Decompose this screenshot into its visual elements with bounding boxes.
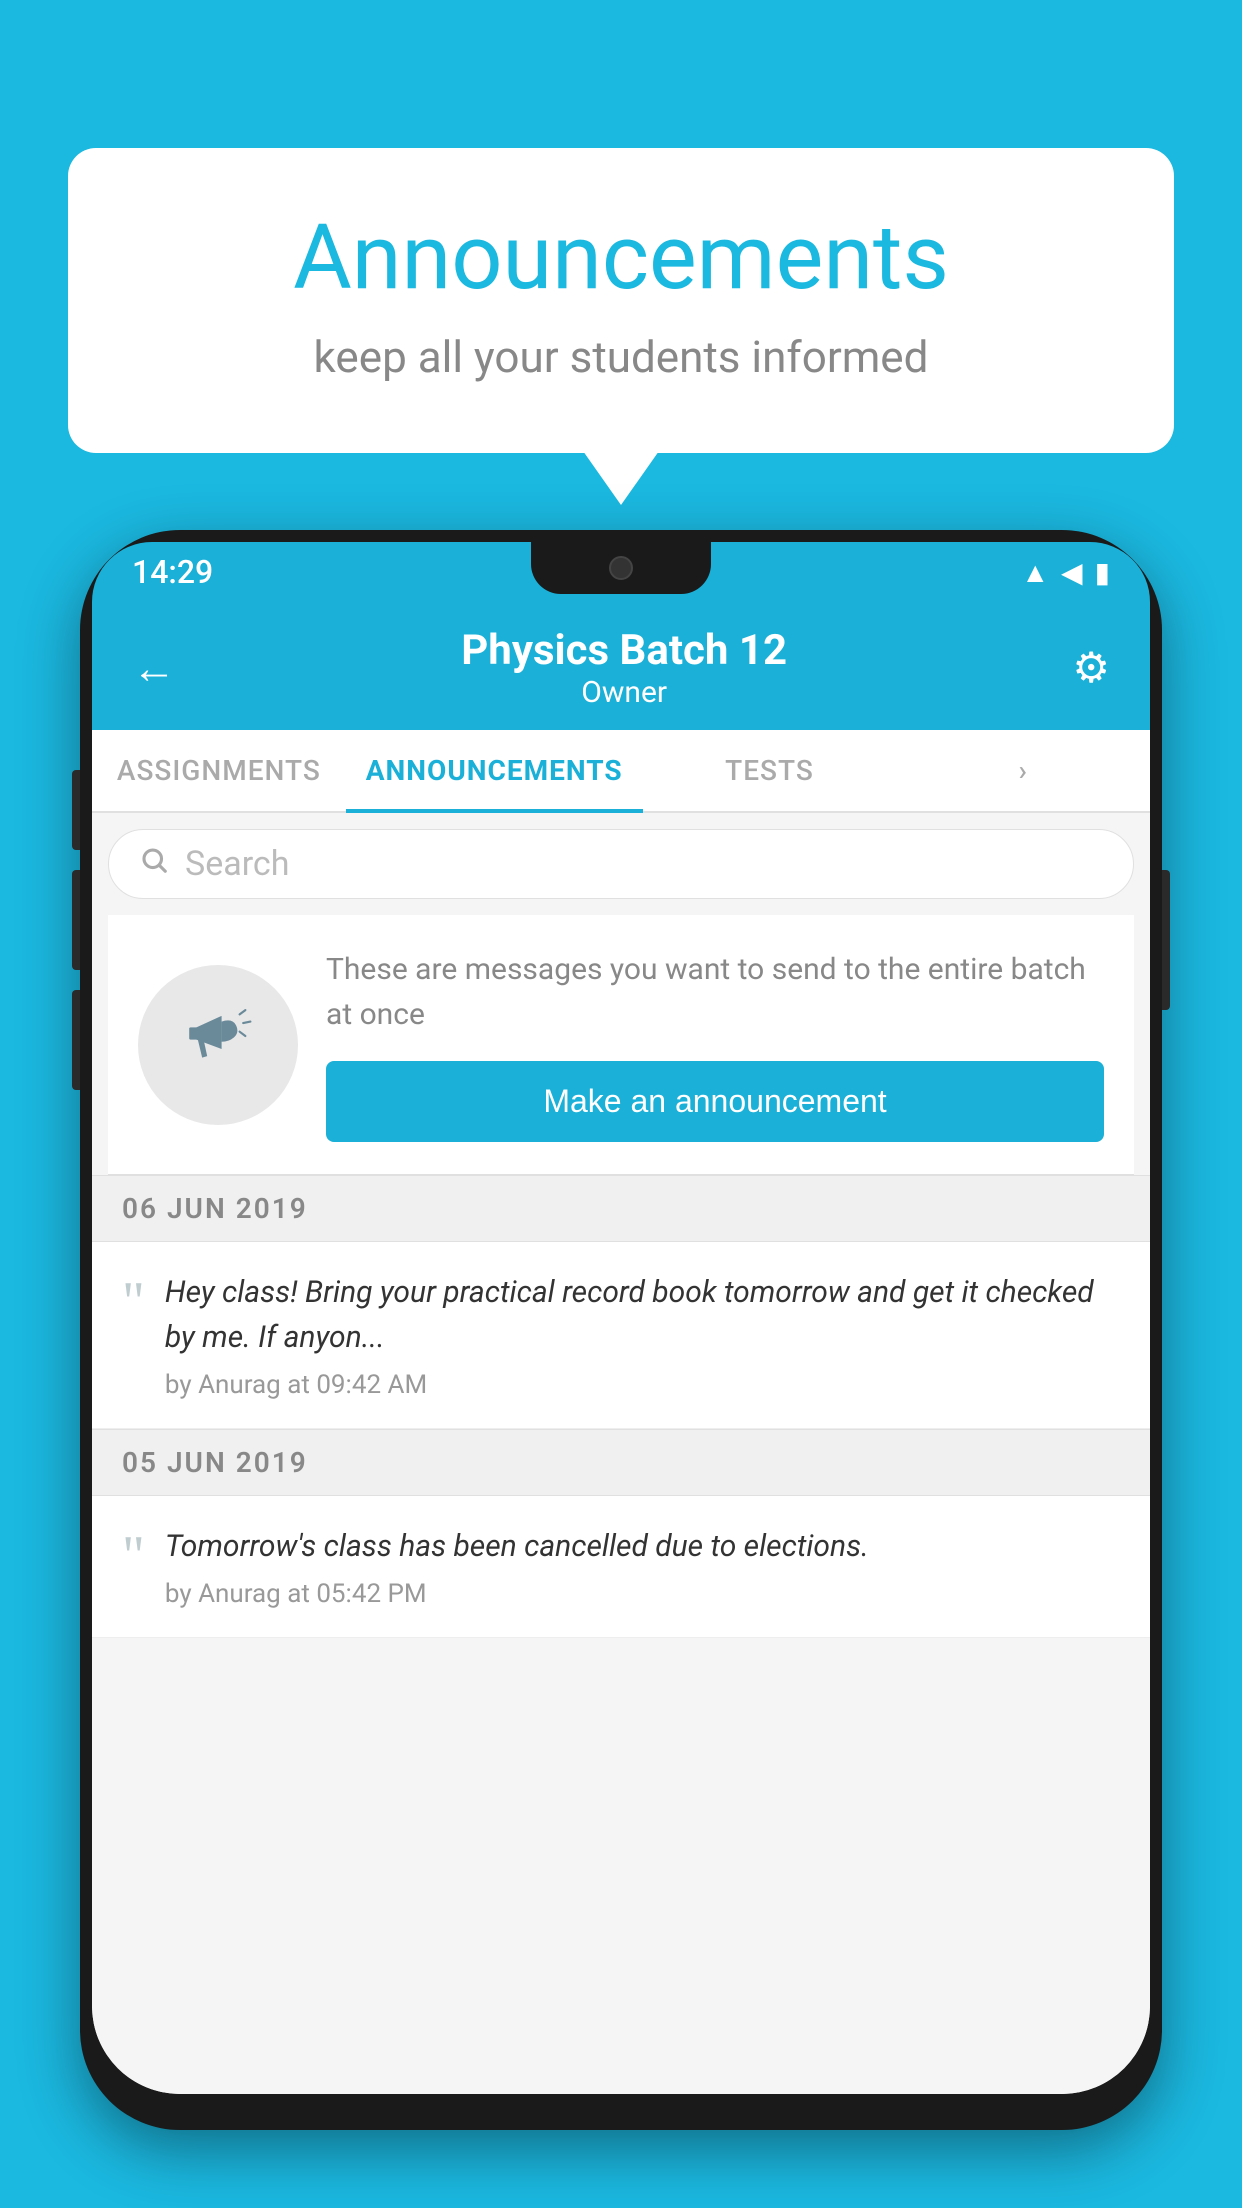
phone-side-button-power (72, 770, 80, 850)
phone-notch (531, 542, 711, 594)
announcement-text-1: Hey class! Bring your practical record b… (165, 1270, 1120, 1360)
announcement-text-2: Tomorrow's class has been cancelled due … (165, 1524, 1120, 1569)
batch-name-label: Physics Batch 12 (176, 626, 1072, 675)
quote-icon-1: " (122, 1274, 145, 1330)
phone-frame: 14:29 ▲ ◀ ▮ ← Physics Batch 12 Owner ⚙ (80, 530, 1162, 2130)
header-title-area: Physics Batch 12 Owner (176, 626, 1072, 710)
bubble-title: Announcements (148, 208, 1094, 307)
megaphone-icon (182, 1000, 254, 1090)
speech-bubble: Announcements keep all your students inf… (68, 148, 1174, 453)
announcement-text-area-1: Hey class! Bring your practical record b… (165, 1270, 1120, 1400)
date-separator-2: 05 JUN 2019 (92, 1429, 1150, 1496)
tabs-bar: ASSIGNMENTS ANNOUNCEMENTS TESTS › (92, 730, 1150, 813)
role-label: Owner (176, 675, 1072, 710)
phone-side-button-vol-down (72, 990, 80, 1090)
battery-icon: ▮ (1095, 556, 1110, 589)
signal-icon: ◀ (1061, 556, 1083, 589)
promo-description: These are messages you want to send to t… (326, 947, 1104, 1037)
screen-content: Search (92, 813, 1150, 2094)
speech-bubble-area: Announcements keep all your students inf… (68, 148, 1174, 453)
search-placeholder: Search (185, 844, 289, 884)
announcement-text-area-2: Tomorrow's class has been cancelled due … (165, 1524, 1120, 1609)
wifi-icon: ▲ (1021, 556, 1049, 589)
back-button[interactable]: ← (132, 642, 176, 694)
promo-card: These are messages you want to send to t… (108, 915, 1134, 1175)
front-camera (609, 556, 633, 580)
search-icon (139, 844, 169, 884)
status-icons: ▲ ◀ ▮ (1021, 556, 1110, 589)
settings-icon[interactable]: ⚙ (1072, 643, 1110, 693)
status-time: 14:29 (132, 553, 213, 591)
tab-tests[interactable]: TESTS (643, 730, 897, 811)
date-separator-1: 06 JUN 2019 (92, 1175, 1150, 1242)
promo-icon-circle (138, 965, 298, 1125)
phone-side-button-vol-up (72, 870, 80, 970)
promo-right: These are messages you want to send to t… (326, 947, 1104, 1142)
search-bar[interactable]: Search (108, 829, 1134, 899)
app-header: ← Physics Batch 12 Owner ⚙ (92, 602, 1150, 730)
announcement-meta-2: by Anurag at 05:42 PM (165, 1579, 1120, 1609)
tab-more[interactable]: › (896, 730, 1150, 811)
announcement-item-1[interactable]: " Hey class! Bring your practical record… (92, 1242, 1150, 1429)
tab-assignments[interactable]: ASSIGNMENTS (92, 730, 346, 811)
announcement-meta-1: by Anurag at 09:42 AM (165, 1370, 1120, 1400)
phone-side-button-right (1162, 870, 1170, 1010)
phone-wrapper: 14:29 ▲ ◀ ▮ ← Physics Batch 12 Owner ⚙ (80, 530, 1162, 2208)
bubble-subtitle: keep all your students informed (148, 331, 1094, 383)
app-screen: ← Physics Batch 12 Owner ⚙ ASSIGNMENTS A… (92, 602, 1150, 2094)
announcement-item-2[interactable]: " Tomorrow's class has been cancelled du… (92, 1496, 1150, 1638)
make-announcement-button[interactable]: Make an announcement (326, 1061, 1104, 1142)
tab-announcements[interactable]: ANNOUNCEMENTS (346, 730, 643, 811)
quote-icon-2: " (122, 1528, 145, 1584)
